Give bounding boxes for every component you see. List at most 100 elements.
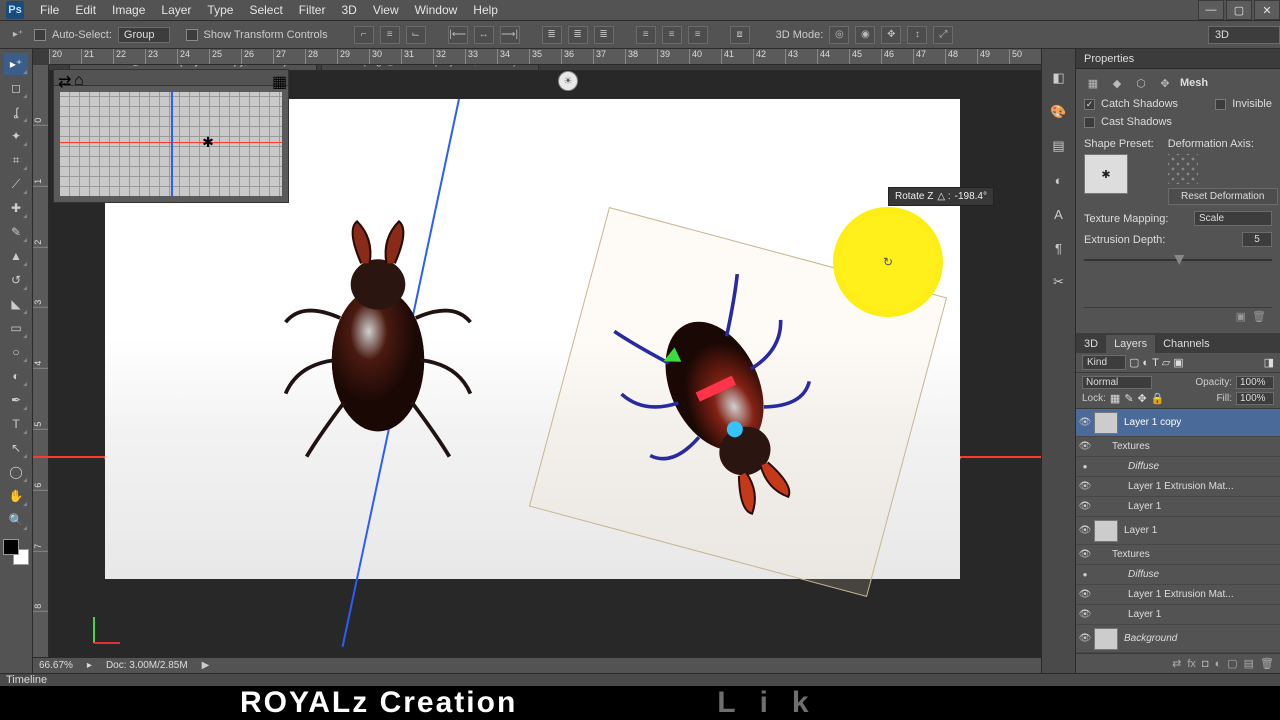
blur-tool[interactable]: ○ (4, 341, 28, 363)
filter-adjust-icon[interactable]: ◐ (1142, 357, 1149, 369)
filter-smart-icon[interactable]: ▣ (1173, 356, 1183, 369)
swatches-panel-icon[interactable]: ▤ (1048, 135, 1070, 157)
visibility-toggle[interactable] (1076, 501, 1094, 512)
healing-tool[interactable]: ✚ (4, 197, 28, 219)
visibility-toggle[interactable] (1076, 525, 1094, 536)
menu-help[interactable]: Help (465, 3, 506, 17)
menu-select[interactable]: Select (241, 3, 290, 17)
character-panel-icon[interactable]: A (1048, 203, 1070, 225)
window-maximize[interactable]: ▢ (1226, 0, 1252, 20)
magic-wand-tool[interactable]: ✦ (4, 125, 28, 147)
zoom-menu-icon[interactable]: ▸ (87, 660, 92, 671)
beetle-object-1[interactable] (273, 209, 483, 469)
vertical-ruler[interactable]: 0123456789 (33, 65, 49, 673)
layer-row[interactable]: Diffuse (1076, 565, 1280, 585)
catch-shadows-checkbox[interactable] (1084, 99, 1095, 110)
blend-mode-select[interactable]: Normal (1082, 376, 1152, 389)
extrusion-depth-slider[interactable] (1084, 259, 1272, 261)
trash-icon[interactable]: 🗑 (1252, 310, 1266, 323)
align-right-icon[interactable]: ⟶| (500, 26, 520, 44)
layer-name[interactable]: Background (1122, 633, 1280, 644)
layer-name[interactable]: Layer 1 Extrusion Mat... (1126, 481, 1280, 492)
visibility-toggle[interactable] (1076, 549, 1094, 560)
auto-align-icon[interactable]: ⧈ (730, 26, 750, 44)
layer-thumbnail[interactable] (1094, 628, 1118, 650)
cast-shadows-checkbox[interactable] (1084, 117, 1095, 128)
layer-row[interactable]: Layer 1 (1076, 517, 1280, 545)
auto-select-checkbox[interactable] (34, 29, 46, 41)
fill-adjust-icon[interactable]: ◐ (1215, 658, 1222, 670)
mesh-icon[interactable]: ▦ (1084, 74, 1102, 92)
color-panel-icon[interactable]: 🎨 (1048, 101, 1070, 123)
crop-tool[interactable]: ⌗ (4, 149, 28, 171)
lasso-tool[interactable]: ʆ (4, 101, 28, 123)
visibility-toggle[interactable] (1076, 417, 1094, 428)
layer-row[interactable]: Layer 1 copy (1076, 409, 1280, 437)
layer-name[interactable]: Layer 1 copy (1122, 417, 1280, 428)
layer-row[interactable]: Layer 1 (1076, 497, 1280, 517)
opacity-input[interactable]: 100% (1236, 376, 1274, 389)
visibility-toggle[interactable] (1076, 569, 1094, 580)
menu-layer[interactable]: Layer (153, 3, 199, 17)
layer-row[interactable]: Textures (1076, 545, 1280, 565)
align-bottom-icon[interactable]: ⌙ (406, 26, 426, 44)
3d-pan-icon[interactable]: ✥ (881, 26, 901, 44)
secondary-view-panel[interactable]: ⇄⌂▦ ✱ (53, 69, 289, 203)
mask-icon[interactable]: ◘ (1202, 658, 1209, 670)
gradient-tool[interactable]: ▭ (4, 317, 28, 339)
deformation-axis-picker[interactable] (1168, 154, 1198, 184)
3d-panel-tab[interactable]: 3D (1076, 335, 1106, 353)
visibility-toggle[interactable] (1076, 461, 1094, 472)
distribute-hcenter-icon[interactable]: ≡ (662, 26, 682, 44)
brush-tool[interactable]: ✎ (4, 221, 28, 243)
3d-axis-widget[interactable] (93, 603, 133, 643)
type-tool[interactable]: T (4, 413, 28, 435)
layer-name[interactable]: Diffuse (1126, 461, 1280, 472)
menu-edit[interactable]: Edit (67, 3, 104, 17)
extrusion-depth-input[interactable]: 5 (1242, 232, 1272, 247)
lock-pixels-icon[interactable]: ✎ (1124, 392, 1133, 405)
invisible-checkbox[interactable] (1215, 99, 1226, 110)
window-minimize[interactable]: — (1198, 0, 1224, 20)
channels-panel-tab[interactable]: Channels (1155, 335, 1217, 353)
layers-panel-tab[interactable]: Layers (1106, 335, 1155, 353)
new-layer-icon[interactable]: ▤ (1244, 657, 1254, 670)
path-select-tool[interactable]: ↖ (4, 437, 28, 459)
align-top-icon[interactable]: ⌐ (354, 26, 374, 44)
menu-file[interactable]: File (32, 3, 67, 17)
menu-type[interactable]: Type (199, 3, 241, 17)
zoom-tool[interactable]: 🔍 (4, 509, 28, 531)
show-transform-checkbox[interactable] (186, 29, 198, 41)
filter-shape-icon[interactable]: ▱ (1162, 356, 1170, 369)
group-icon[interactable]: ▢ (1227, 657, 1237, 670)
swap-view-icon[interactable]: ⇄ (58, 72, 70, 84)
distribute-left-icon[interactable]: ≡ (636, 26, 656, 44)
align-hcenter-icon[interactable]: ↔ (474, 26, 494, 44)
dodge-tool[interactable]: ◐ (4, 365, 28, 387)
align-vcenter-icon[interactable]: ≡ (380, 26, 400, 44)
adjustments-panel-icon[interactable]: ◐ (1048, 169, 1070, 191)
fx-icon[interactable]: fx (1187, 658, 1196, 670)
layer-name[interactable]: Textures (1110, 549, 1280, 560)
layer-row[interactable]: Layer 1 (1076, 605, 1280, 625)
reset-deformation-button[interactable]: Reset Deformation (1168, 188, 1278, 205)
layer-name[interactable]: Layer 1 Extrusion Mat... (1126, 589, 1280, 600)
properties-panel-tab[interactable]: Properties (1076, 49, 1280, 69)
visibility-toggle[interactable] (1076, 589, 1094, 600)
coords-icon[interactable]: ✥ (1156, 74, 1174, 92)
visibility-toggle[interactable] (1076, 609, 1094, 620)
hand-tool[interactable]: ✋ (4, 485, 28, 507)
3d-scale-icon[interactable]: ⤢ (933, 26, 953, 44)
fill-input[interactable]: 100% (1236, 392, 1274, 405)
3d-light-icon[interactable]: ☀ (558, 71, 578, 91)
layer-name[interactable]: Textures (1110, 441, 1280, 452)
delete-layer-icon[interactable]: 🗑 (1260, 657, 1274, 670)
history-brush-tool[interactable]: ↺ (4, 269, 28, 291)
fg-bg-swatch[interactable] (3, 539, 29, 565)
lock-pos-icon[interactable]: ✥ (1138, 392, 1147, 405)
3d-dropdown[interactable]: 3D (1208, 26, 1280, 44)
panel-menu-icon[interactable]: ▦ (272, 72, 284, 84)
marquee-tool[interactable]: ◻ (4, 77, 28, 99)
menu-3d[interactable]: 3D (333, 3, 364, 17)
deform-icon[interactable]: ◆ (1108, 74, 1126, 92)
